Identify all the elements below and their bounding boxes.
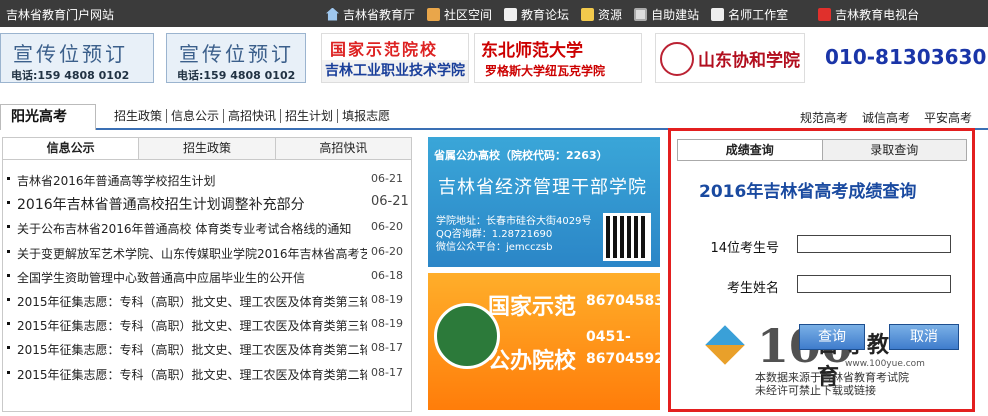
banner-national-demo-college[interactable]: 国家示范 公办院校 86704583 0451- 86704592: [428, 273, 660, 410]
list-item[interactable]: 2015年征集志愿：专科（高职）批文史、理工农医及体育类第二轮 08-17: [3, 362, 411, 386]
subnav-item[interactable]: 招生计划: [281, 109, 339, 123]
bullet-icon: [7, 322, 10, 326]
section-header: 阳光高考 招生政策 信息公示 高招快讯 招生计划 填报志愿 规范高考 诚信高考 …: [0, 104, 988, 130]
nav-item-education-dept[interactable]: 吉林省教育厅: [326, 6, 415, 23]
nav-item-teacher-studio[interactable]: 名师工作室: [711, 6, 788, 23]
top-bar: 吉林省教育门户网站 吉林省教育厅 社区空间 教育论坛 资源 自助建站 名师工作室…: [0, 0, 988, 27]
list-item[interactable]: 2015年征集志愿：专科（高职）批文史、理工农医及体育类第三轮 08-19: [3, 289, 411, 313]
ad-phone: 电话:159 4808 0102: [177, 69, 296, 82]
list-item[interactable]: 关于变更解放军艺术学院、山东传媒职业学院2016年吉林省高考艺 06-20: [3, 241, 411, 265]
bullet-icon: [7, 201, 10, 205]
list-item[interactable]: 吉林省2016年普通高等学校招生计划 06-21: [3, 168, 411, 192]
subnav-item[interactable]: 填报志愿: [338, 109, 394, 123]
ad-title: 宣传位预订: [13, 42, 128, 66]
nav-item-forum[interactable]: 教育论坛: [504, 6, 569, 23]
teacher-studio-icon: [711, 7, 725, 21]
site-builder-icon: [634, 7, 648, 21]
ad-shandong-xiehe[interactable]: 山东协和学院: [655, 33, 805, 83]
data-source-notice: 本数据来源于吉林省教育考试院 未经许可禁止下载或链接: [755, 371, 909, 397]
news-panel: 信息公示 招生政策 高招快讯 吉林省2016年普通高等学校招生计划 06-21 2…: [2, 137, 412, 412]
bullet-icon: [7, 370, 10, 374]
ad-northeast-normal[interactable]: 东北师范大学 罗格斯大学纽瓦克学院: [474, 33, 642, 83]
news-list: 吉林省2016年普通高等学校招生计划 06-21 2016年吉林省普通高校招生计划…: [3, 160, 411, 386]
bullet-icon: [7, 273, 10, 277]
bullet-icon: [7, 225, 10, 229]
nav-item-resource[interactable]: 资源: [581, 6, 622, 23]
community-icon: [427, 7, 441, 21]
nav-item-tv[interactable]: 吉林教育电视台: [818, 6, 919, 23]
ad-slot-1[interactable]: 宣传位预订 电话:159 4808 0102: [0, 33, 154, 83]
section-title[interactable]: 阳光高考: [0, 104, 96, 130]
ad-title: 宣传位预订: [179, 42, 294, 66]
ad-phone: 电话:159 4808 0102: [11, 69, 130, 82]
tab-info-notice[interactable]: 信息公示: [3, 138, 140, 159]
bullet-icon: [7, 346, 10, 350]
student-name-input[interactable]: [797, 275, 951, 293]
exam-number-input[interactable]: [797, 235, 951, 253]
tab-score-query[interactable]: 成绩查询: [678, 140, 823, 160]
resource-icon: [581, 7, 595, 21]
subnav-item[interactable]: 高招快讯: [224, 109, 282, 123]
banner-details: 学院地址：长春市硅谷大街4029号 QQ咨询群：1.28721690 微信公众平…: [436, 216, 592, 253]
tab-admission-news[interactable]: 高招快讯: [276, 138, 411, 159]
student-name-label: 考生姓名: [726, 281, 779, 296]
list-item[interactable]: 2016年吉林省普通高校招生计划调整补充部分 06-21: [3, 192, 411, 216]
query-title: 2016年吉林省高考成绩查询: [699, 182, 917, 202]
query-tabs: 成绩查询 录取查询: [677, 139, 967, 161]
site-name[interactable]: 吉林省教育门户网站: [6, 6, 114, 23]
score-query-panel: 成绩查询 录取查询 2016年吉林省高考成绩查询 14位考生号 考生姓名 100…: [668, 128, 975, 412]
tab-admission-policy[interactable]: 招生政策: [139, 138, 276, 159]
exam-number-label: 14位考生号: [710, 241, 779, 256]
list-item[interactable]: 2015年征集志愿：专科（高职）批文史、理工农医及体育类第三轮 08-19: [3, 313, 411, 337]
tv-icon: [818, 7, 832, 21]
ad-row: 宣传位预订 电话:159 4808 0102 宣传位预订 电话:159 4808…: [0, 33, 988, 85]
list-item[interactable]: 全国学生资助管理中心致普通高中应届毕业生的公开信 06-18: [3, 265, 411, 289]
ad-slot-2[interactable]: 宣传位预订 电话:159 4808 0102: [166, 33, 306, 83]
home-icon: [326, 7, 339, 21]
right-link[interactable]: 规范高考: [800, 109, 848, 126]
ad-phone-number[interactable]: 010-81303630: [825, 45, 986, 69]
cube-logo-icon: [705, 325, 745, 365]
subnav-item[interactable]: 招生政策: [110, 109, 168, 123]
section-right-links: 规范高考 诚信高考 平安高考: [786, 109, 972, 126]
query-button[interactable]: 查询: [799, 324, 865, 350]
top-nav: 吉林省教育厅 社区空间 教育论坛 资源 自助建站 名师工作室 吉林教育电视台: [326, 4, 931, 24]
news-tabs: 信息公示 招生政策 高招快讯: [3, 138, 411, 160]
right-link[interactable]: 平安高考: [924, 109, 972, 126]
bullet-icon: [7, 249, 10, 253]
list-item[interactable]: 2015年征集志愿：专科（高职）批文史、理工农医及体育类第二轮 08-17: [3, 337, 411, 361]
section-subnav: 招生政策 信息公示 高招快讯 招生计划 填报志愿: [110, 109, 394, 123]
subnav-item[interactable]: 信息公示: [167, 109, 225, 123]
school-logo-icon: [660, 42, 694, 76]
cancel-button[interactable]: 取消: [889, 324, 959, 350]
bullet-icon: [7, 177, 10, 180]
nav-item-community[interactable]: 社区空间: [427, 6, 492, 23]
bullet-icon: [7, 297, 10, 301]
tab-admission-query[interactable]: 录取查询: [822, 140, 966, 160]
qr-code-icon: [603, 213, 651, 261]
forum-icon: [504, 7, 518, 21]
nav-item-site-builder[interactable]: 自助建站: [634, 6, 699, 23]
right-link[interactable]: 诚信高考: [862, 109, 910, 126]
list-item[interactable]: 关于公布吉林省2016年普通高校 体育类专业考试合格线的通知 06-20: [3, 216, 411, 240]
ad-jilin-industrial[interactable]: 国家示范院校 吉林工业职业技术学院: [321, 33, 469, 83]
banner-jilin-economic-college[interactable]: 省属公办高校（院校代码：2263） 吉林省经济管理干部学院 学院地址：长春市硅谷…: [428, 137, 660, 267]
